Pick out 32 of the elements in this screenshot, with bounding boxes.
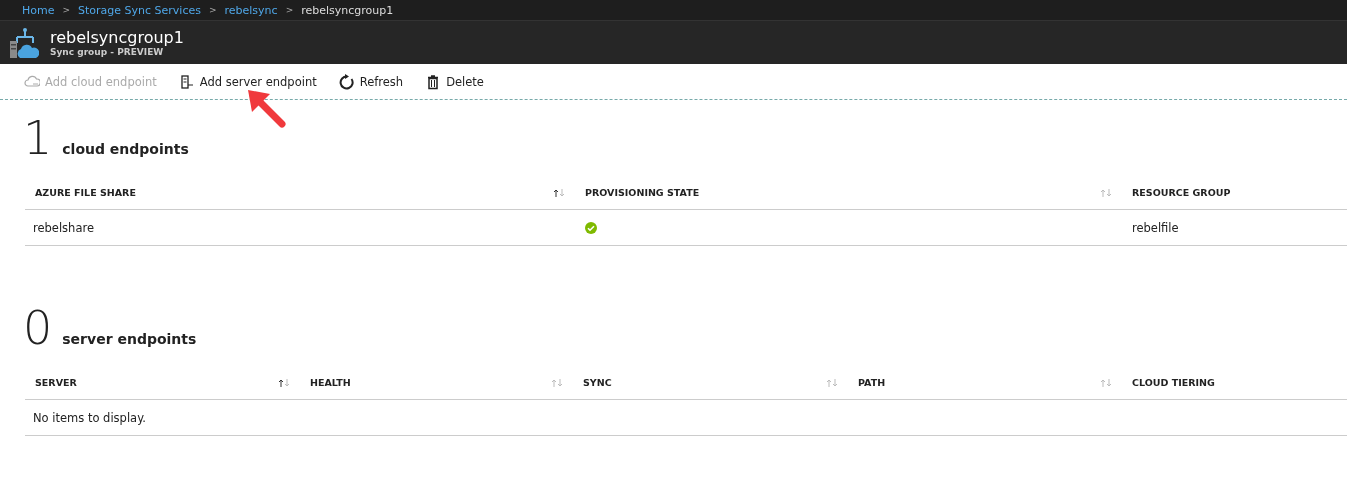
column-header[interactable]: PATH bbox=[858, 377, 886, 388]
section-title: server endpoints bbox=[62, 331, 197, 349]
breadcrumb-current: rebelsyncgroup1 bbox=[301, 3, 394, 17]
breadcrumb-separator: > bbox=[285, 5, 294, 15]
column-header[interactable]: SERVER bbox=[35, 377, 77, 388]
server-icon bbox=[178, 73, 195, 90]
column-header[interactable]: CLOUD TIERING bbox=[1132, 377, 1215, 388]
item-count: 1 bbox=[23, 113, 53, 163]
section-title: cloud endpoints bbox=[62, 141, 189, 159]
toolbar-button[interactable]: Delete bbox=[423, 71, 486, 92]
column-header[interactable]: AZURE FILE SHARE bbox=[35, 187, 136, 198]
breadcrumb-link[interactable]: Home bbox=[22, 3, 55, 17]
empty-message: No items to display. bbox=[33, 410, 146, 425]
column-header[interactable]: RESOURCE GROUP bbox=[1132, 187, 1231, 198]
page-title: rebelsyncgroup1 bbox=[50, 28, 184, 47]
item-count: 0 bbox=[23, 303, 53, 353]
page-subtitle: Sync group - PREVIEW bbox=[50, 47, 165, 57]
refresh-icon bbox=[338, 73, 355, 90]
breadcrumb-link[interactable]: Storage Sync Services bbox=[78, 3, 201, 17]
toolbar-button[interactable]: Add server endpoint bbox=[176, 71, 319, 92]
column-header[interactable]: HEALTH bbox=[310, 377, 351, 388]
breadcrumb-link[interactable]: rebelsync bbox=[224, 3, 278, 17]
column-header[interactable]: SYNC bbox=[583, 377, 612, 388]
success-check-icon bbox=[585, 221, 597, 234]
table-cell: rebelfile bbox=[1132, 220, 1179, 235]
cloud-icon bbox=[24, 73, 40, 90]
table-cell: rebelshare bbox=[33, 220, 94, 235]
sync-group-icon bbox=[9, 26, 39, 59]
breadcrumb-separator: > bbox=[208, 5, 217, 15]
column-header[interactable]: PROVISIONING STATE bbox=[585, 187, 700, 198]
toolbar-button[interactable]: Refresh bbox=[336, 71, 406, 92]
breadcrumb-separator: > bbox=[62, 5, 71, 15]
